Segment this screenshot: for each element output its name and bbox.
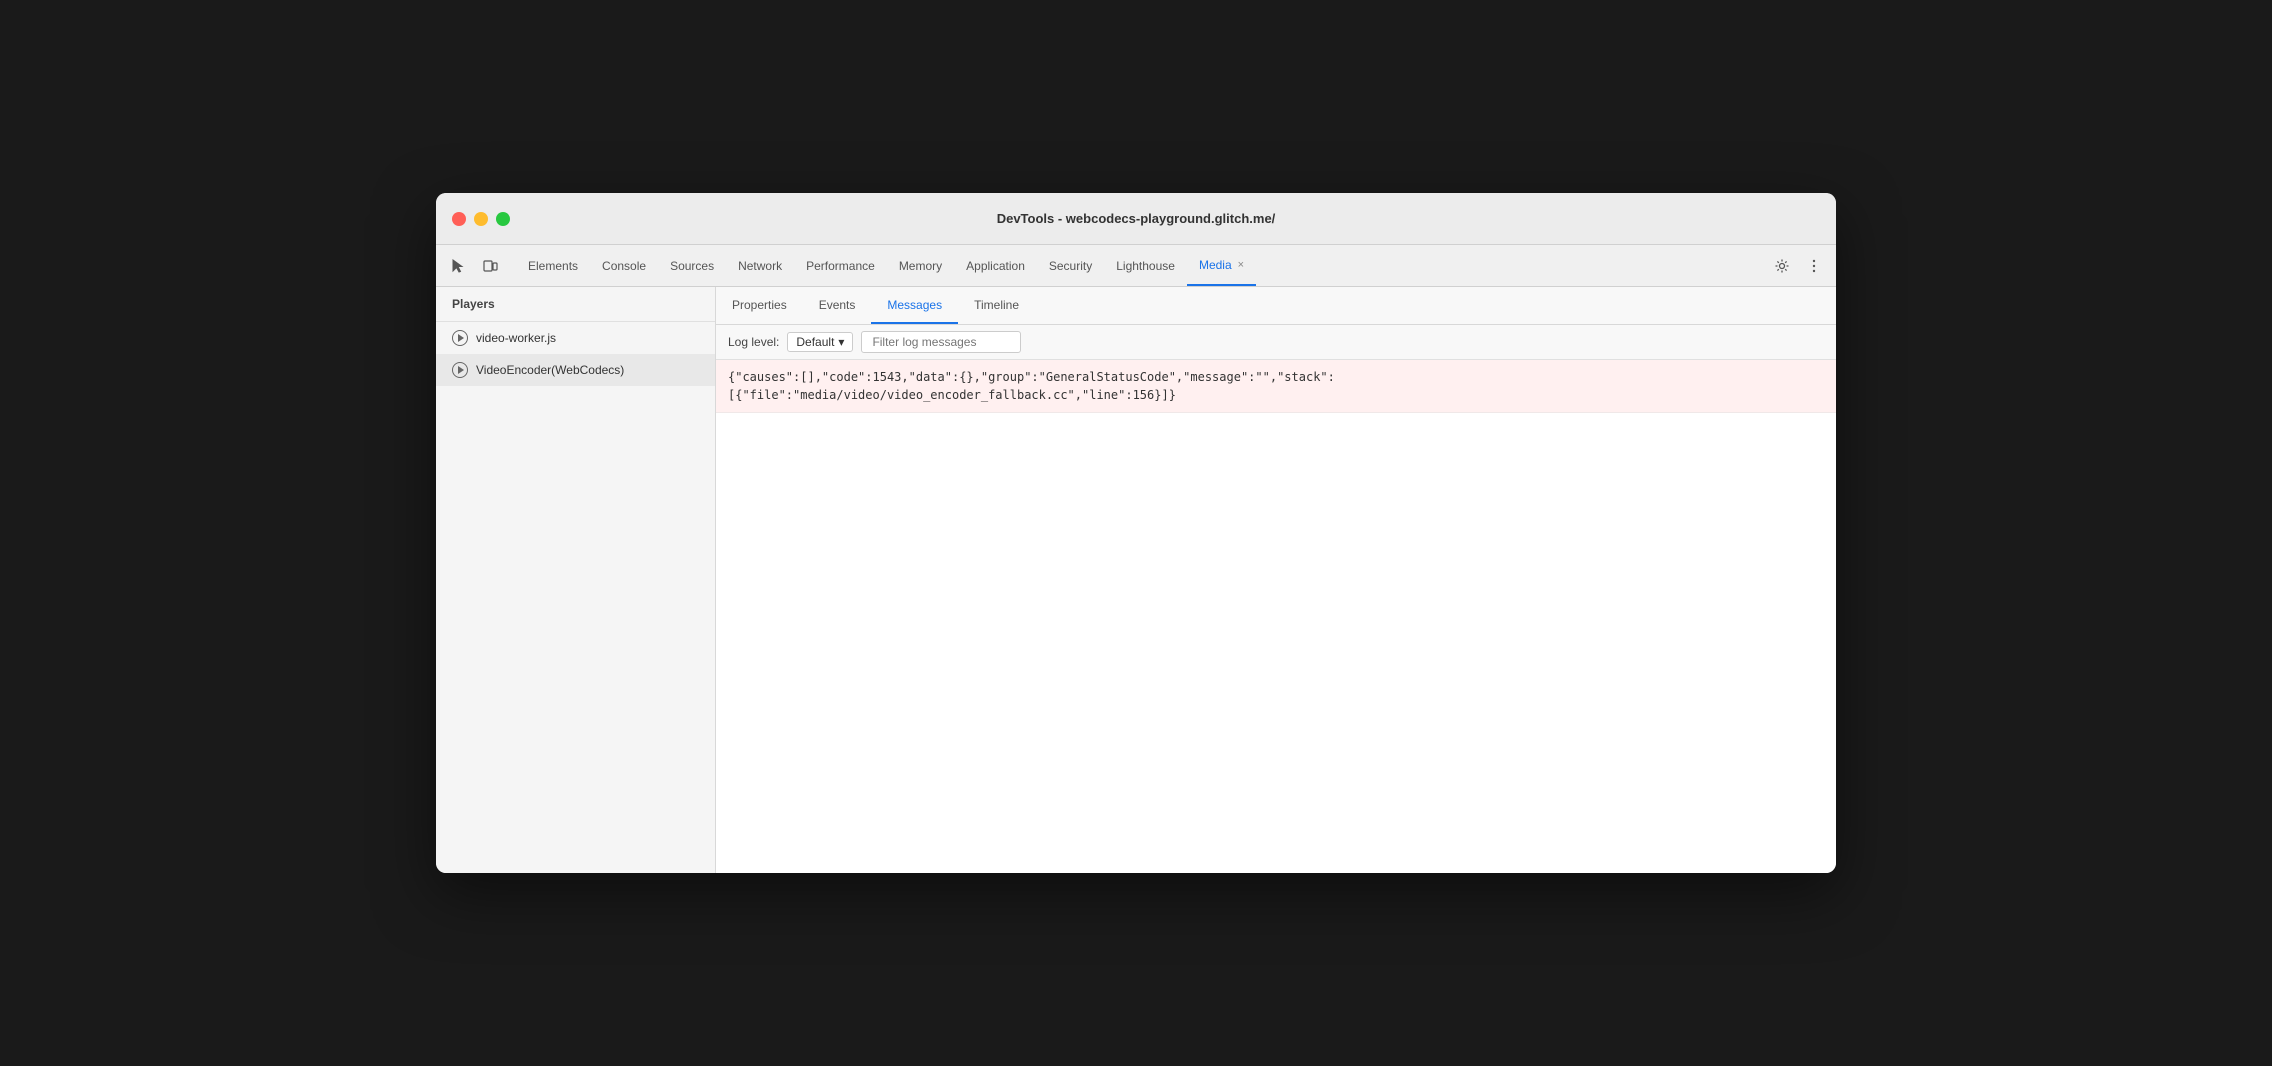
tab-security[interactable]: Security (1037, 245, 1104, 286)
nav-tabs: Elements Console Sources Network Perform… (516, 245, 1768, 286)
player-item-video-encoder[interactable]: VideoEncoder(WebCodecs) (436, 354, 715, 386)
settings-icon[interactable] (1768, 252, 1796, 280)
log-level-label: Log level: (728, 335, 779, 349)
tab-media[interactable]: Media × (1187, 245, 1256, 286)
player-label-video-worker: video-worker.js (476, 331, 556, 345)
panel-tab-messages[interactable]: Messages (871, 287, 958, 324)
toolbar-icons (444, 252, 504, 280)
tab-memory[interactable]: Memory (887, 245, 954, 286)
panel-tab-events[interactable]: Events (803, 287, 872, 324)
player-label-video-encoder: VideoEncoder(WebCodecs) (476, 363, 624, 377)
log-entry-text: {"causes":[],"code":1543,"data":{},"grou… (728, 370, 1335, 402)
device-toggle-icon[interactable] (476, 252, 504, 280)
maximize-button[interactable] (496, 212, 510, 226)
sidebar-header: Players (436, 287, 715, 322)
sidebar: Players video-worker.js VideoEncoder(Web… (436, 287, 716, 873)
log-area: {"causes":[],"code":1543,"data":{},"grou… (716, 360, 1836, 873)
devtools-window: DevTools - webcodecs-playground.glitch.m… (436, 193, 1836, 873)
minimize-button[interactable] (474, 212, 488, 226)
tab-lighthouse[interactable]: Lighthouse (1104, 245, 1187, 286)
tab-console[interactable]: Console (590, 245, 658, 286)
log-controls: Log level: Default ▾ (716, 325, 1836, 360)
log-entry: {"causes":[],"code":1543,"data":{},"grou… (716, 360, 1836, 413)
main-content: Players video-worker.js VideoEncoder(Web… (436, 287, 1836, 873)
panel-tab-timeline[interactable]: Timeline (958, 287, 1035, 324)
panel-tab-properties[interactable]: Properties (716, 287, 803, 324)
close-button[interactable] (452, 212, 466, 226)
tab-sources[interactable]: Sources (658, 245, 726, 286)
tab-application[interactable]: Application (954, 245, 1037, 286)
play-icon-video-worker (452, 330, 468, 346)
player-item-video-worker[interactable]: video-worker.js (436, 322, 715, 354)
traffic-lights (452, 212, 510, 226)
log-level-select[interactable]: Default ▾ (787, 332, 853, 352)
toolbar-right (1768, 252, 1828, 280)
tab-network[interactable]: Network (726, 245, 794, 286)
toolbar: Elements Console Sources Network Perform… (436, 245, 1836, 287)
window-title: DevTools - webcodecs-playground.glitch.m… (997, 211, 1276, 226)
tab-performance[interactable]: Performance (794, 245, 887, 286)
more-icon[interactable] (1800, 252, 1828, 280)
filter-input[interactable] (861, 331, 1021, 353)
panel-tabs: Properties Events Messages Timeline (716, 287, 1836, 325)
play-icon-video-encoder (452, 362, 468, 378)
close-tab-media[interactable]: × (1238, 259, 1244, 271)
panel: Properties Events Messages Timeline Log … (716, 287, 1836, 873)
cursor-icon[interactable] (444, 252, 472, 280)
title-bar: DevTools - webcodecs-playground.glitch.m… (436, 193, 1836, 245)
tab-elements[interactable]: Elements (516, 245, 590, 286)
